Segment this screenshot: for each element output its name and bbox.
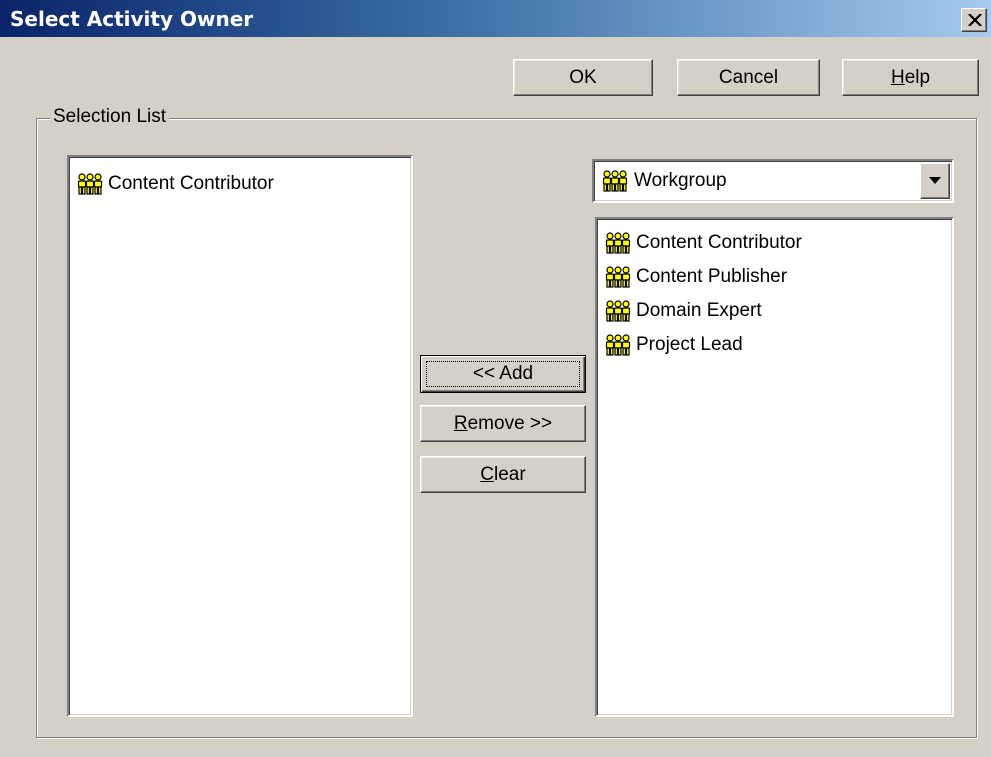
help-label-rest: elp bbox=[904, 66, 931, 88]
workgroup-icon bbox=[603, 334, 633, 356]
help-button-label: Help bbox=[891, 67, 930, 88]
cancel-button-label: Cancel bbox=[718, 66, 779, 88]
available-item-label: Content Publisher bbox=[636, 266, 788, 287]
available-item-label: Domain Expert bbox=[636, 300, 762, 321]
clear-button[interactable]: Clear bbox=[420, 456, 586, 493]
selection-list-label: Selection List bbox=[50, 106, 170, 128]
close-button[interactable] bbox=[961, 8, 987, 32]
ok-button-label: OK bbox=[569, 66, 597, 88]
available-list-item[interactable]: Content Contributor bbox=[597, 226, 952, 260]
selected-item-label: Content Contributor bbox=[108, 173, 274, 194]
help-button[interactable]: Help bbox=[842, 59, 979, 96]
ok-button[interactable]: OK bbox=[513, 59, 653, 96]
workgroup-icon bbox=[75, 173, 105, 195]
title-bar[interactable]: Select Activity Owner bbox=[0, 0, 991, 37]
workgroup-icon bbox=[603, 266, 633, 288]
clear-button-label: Clear bbox=[480, 464, 525, 485]
available-list-item[interactable]: Domain Expert bbox=[597, 294, 952, 328]
remove-mnemonic: R bbox=[453, 412, 468, 434]
clear-mnemonic: C bbox=[480, 463, 495, 485]
dropdown-arrow-button[interactable] bbox=[920, 163, 950, 199]
close-icon bbox=[968, 14, 982, 26]
workgroup-icon bbox=[600, 170, 630, 192]
available-item-label: Content Contributor bbox=[636, 232, 802, 253]
add-button-label: << Add bbox=[472, 363, 534, 384]
remove-button[interactable]: Remove >> bbox=[420, 405, 586, 442]
workgroup-icon bbox=[603, 232, 633, 254]
clear-label-rest: lear bbox=[494, 463, 526, 485]
owner-type-selected: Workgroup bbox=[600, 161, 727, 201]
workgroup-icon bbox=[603, 300, 633, 322]
owner-type-dropdown[interactable]: Workgroup bbox=[592, 159, 954, 203]
owner-type-label: Workgroup bbox=[634, 170, 727, 191]
cancel-button[interactable]: Cancel bbox=[677, 59, 820, 96]
available-owners-list[interactable]: Content Contributor Content Publisher Do… bbox=[595, 217, 954, 717]
add-button[interactable]: << Add bbox=[420, 355, 586, 393]
chevron-down-icon bbox=[929, 177, 941, 184]
available-list-item[interactable]: Content Publisher bbox=[597, 260, 952, 294]
remove-button-label: Remove >> bbox=[454, 413, 552, 434]
help-mnemonic: H bbox=[890, 66, 905, 88]
available-list-item[interactable]: Project Lead bbox=[597, 328, 952, 362]
dialog-window: Select Activity Owner OK Cancel Help Sel… bbox=[0, 0, 991, 757]
remove-label-rest: emove >> bbox=[467, 412, 553, 434]
available-item-label: Project Lead bbox=[636, 334, 743, 355]
window-title: Select Activity Owner bbox=[10, 7, 254, 31]
selected-list-item[interactable]: Content Contributor bbox=[69, 167, 411, 201]
selected-owners-list[interactable]: Content Contributor bbox=[67, 155, 413, 717]
